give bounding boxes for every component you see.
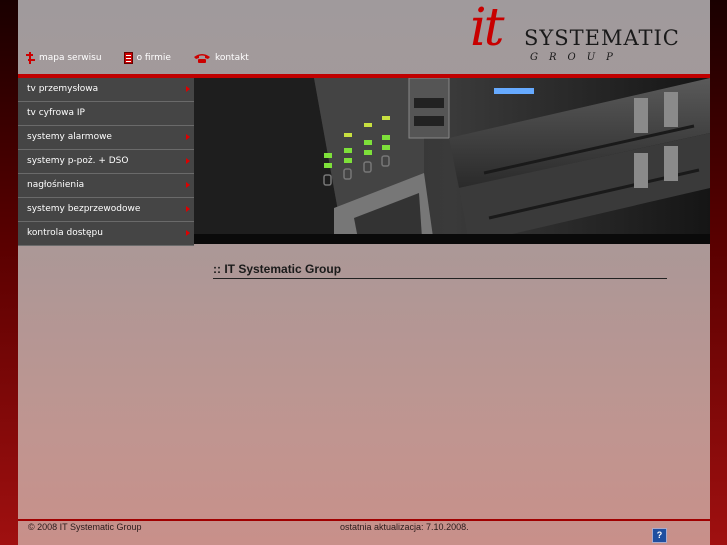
- arrow-right-icon: [186, 182, 190, 188]
- menu-item-systemy-bezprzewodowe[interactable]: systemy bezprzewodowe: [18, 198, 194, 222]
- logo-group: GROUP: [530, 52, 624, 63]
- menu-item-naglosnienia[interactable]: nagłośnienia: [18, 174, 194, 198]
- banner-image: [194, 78, 710, 244]
- menu-item-label: systemy p-poż. + DSO: [27, 156, 129, 166]
- menu-item-label: nagłośnienia: [27, 180, 85, 190]
- logo-systematic: SYSTEMATIC: [524, 26, 680, 50]
- arrow-right-icon: [186, 230, 190, 236]
- menu-item-label: tv przemysłowa: [27, 84, 99, 94]
- menu-item-systemy-p-poz[interactable]: systemy p-poż. + DSO: [18, 150, 194, 174]
- server-rack-illustration: [194, 78, 710, 244]
- about-link[interactable]: o firmie: [123, 52, 171, 64]
- page-frame: mapa serwisu o firmie kontakt it SYSTEMA…: [18, 0, 710, 545]
- copyright-text: © 2008 IT Systematic Group: [28, 522, 142, 532]
- menu-item-tv-przemyslowa[interactable]: tv przemysłowa: [18, 78, 194, 102]
- top-navigation: mapa serwisu o firmie kontakt: [26, 52, 249, 64]
- contact-label: kontakt: [214, 53, 249, 63]
- sitemap-link[interactable]: mapa serwisu: [26, 52, 102, 64]
- contact-link[interactable]: kontakt: [193, 52, 249, 64]
- help-icon[interactable]: ?: [652, 528, 667, 543]
- menu-item-kontrola-dostepu[interactable]: kontrola dostępu: [18, 222, 194, 246]
- menu-item-label: tv cyfrowa IP: [27, 108, 85, 118]
- arrow-right-icon: [186, 86, 190, 92]
- sitemap-icon: [26, 52, 35, 64]
- menu-item-label: systemy alarmowe: [27, 132, 112, 142]
- logo-it: it: [470, 0, 504, 58]
- menu-item-label: kontrola dostępu: [27, 228, 103, 238]
- header: mapa serwisu o firmie kontakt it SYSTEMA…: [18, 0, 710, 74]
- phone-icon: [193, 53, 211, 63]
- arrow-right-icon: [186, 134, 190, 140]
- last-updated-text: ostatnia aktualizacja: 7.10.2008.: [340, 522, 469, 532]
- menu-item-systemy-alarmowe[interactable]: systemy alarmowe: [18, 126, 194, 150]
- menu-item-label: systemy bezprzewodowe: [27, 204, 141, 214]
- side-menu: tv przemysłowa tv cyfrowa IP systemy ala…: [18, 78, 194, 246]
- arrow-right-icon: [186, 158, 190, 164]
- footer: © 2008 IT Systematic Group ostatnia aktu…: [18, 521, 710, 545]
- menu-item-tv-cyfrowa-ip[interactable]: tv cyfrowa IP: [18, 102, 194, 126]
- company-logo[interactable]: it SYSTEMATIC GROUP: [470, 0, 700, 66]
- sitemap-label: mapa serwisu: [39, 53, 102, 63]
- document-icon: [123, 52, 133, 64]
- arrow-right-icon: [186, 206, 190, 212]
- main-content: :: IT Systematic Group: [18, 244, 710, 519]
- page-title: :: IT Systematic Group: [213, 262, 667, 279]
- about-label: o firmie: [136, 53, 171, 63]
